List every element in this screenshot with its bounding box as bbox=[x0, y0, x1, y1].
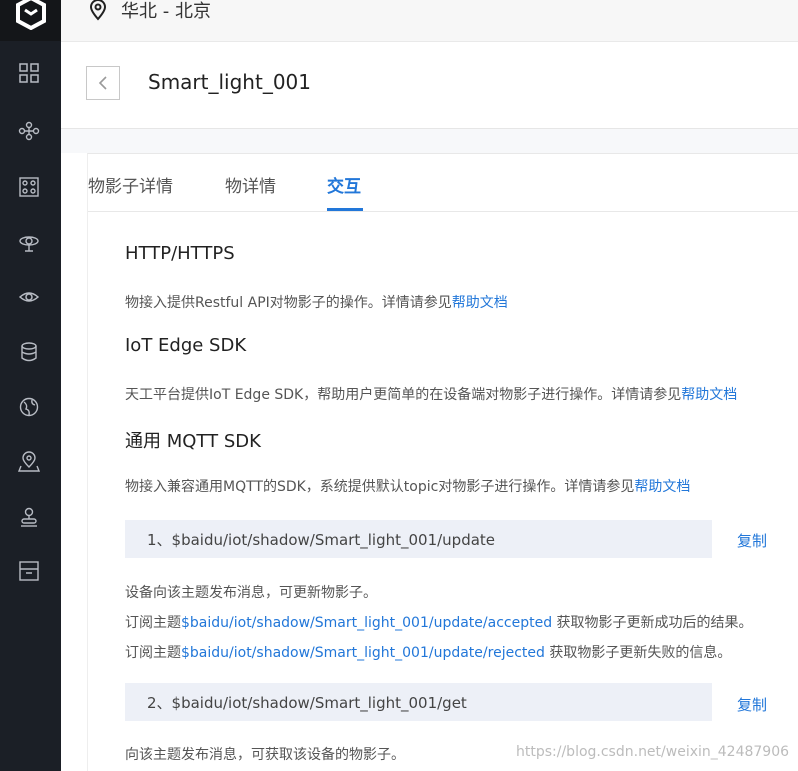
http-help-link[interactable]: 帮助文档 bbox=[452, 295, 508, 311]
nodes-icon[interactable] bbox=[18, 120, 40, 142]
grid-icon[interactable] bbox=[18, 62, 40, 84]
satellite-icon[interactable] bbox=[18, 231, 40, 253]
sdk-section-desc: 天工平台提供IoT Edge SDK，帮助用户更简单的在设备端对物影子进行操作。… bbox=[125, 384, 737, 404]
app-logo[interactable] bbox=[0, 0, 61, 41]
tab-interaction[interactable]: 交互 bbox=[327, 172, 361, 197]
edge-device-icon[interactable] bbox=[18, 506, 40, 528]
http-desc-text: 物接入提供Restful API对物影子的操作。详情请参见 bbox=[125, 295, 452, 311]
http-section-title: HTTP/HTTPS bbox=[125, 243, 235, 264]
mqtt-desc-text: 物接入兼容通用MQTT的SDK，系统提供默认topic对物影子进行操作。详情请参… bbox=[125, 479, 635, 495]
rejected-topic-link[interactable]: $baidu/iot/shadow/Smart_light_001/update… bbox=[181, 645, 545, 661]
database-icon[interactable] bbox=[18, 341, 40, 363]
topic-update-box: 1、$baidu/iot/shadow/Smart_light_001/upda… bbox=[125, 520, 712, 558]
line2-suffix: 获取物影子更新成功后的结果。 bbox=[552, 615, 753, 631]
eye-icon[interactable] bbox=[18, 286, 40, 308]
mqtt-help-link[interactable]: 帮助文档 bbox=[634, 479, 690, 495]
header-gap bbox=[61, 129, 798, 153]
chevron-left-icon bbox=[98, 76, 107, 90]
detail-panel: 物影子详情 物详情 交互 HTTP/HTTPS 物接入提供Restful API… bbox=[87, 153, 798, 771]
line2-prefix: 订阅主题 bbox=[125, 615, 181, 631]
back-button[interactable] bbox=[86, 66, 120, 100]
sdk-help-link[interactable]: 帮助文档 bbox=[681, 387, 737, 403]
copy-update-button[interactable]: 复制 bbox=[737, 530, 767, 551]
tab-thing-details[interactable]: 物详情 bbox=[225, 172, 276, 197]
region-label: 华北 - 北京 bbox=[121, 1, 211, 22]
page-title: Smart_light_001 bbox=[148, 70, 311, 94]
copy-get-button[interactable]: 复制 bbox=[737, 694, 767, 715]
watermark: https://blog.csdn.net/weixin_42487906 bbox=[516, 744, 790, 760]
topic-get-line1: 向该主题发布消息，可获取该设备的物影子。 bbox=[125, 747, 405, 763]
location-pin-icon bbox=[89, 0, 107, 21]
cube-logo-icon bbox=[16, 0, 46, 30]
topbar: 华北 - 北京 bbox=[61, 0, 798, 42]
mqtt-section-desc: 物接入兼容通用MQTT的SDK，系统提供默认topic对物影子进行操作。详情请参… bbox=[125, 476, 690, 496]
topic-update-line1: 设备向该主题发布消息，可更新物影子。 bbox=[125, 585, 377, 601]
page-header: Smart_light_001 bbox=[61, 42, 798, 129]
sdk-desc-text: 天工平台提供IoT Edge SDK，帮助用户更简单的在设备端对物影子进行操作。… bbox=[125, 387, 682, 403]
map-pin-icon[interactable] bbox=[18, 451, 40, 473]
tab-bar: 物影子详情 物详情 交互 bbox=[88, 154, 798, 212]
line3-prefix: 订阅主题 bbox=[125, 645, 181, 661]
tab-shadow-details[interactable]: 物影子详情 bbox=[88, 172, 173, 197]
topic-get-box: 2、$baidu/iot/shadow/Smart_light_001/get bbox=[125, 683, 712, 721]
accepted-topic-link[interactable]: $baidu/iot/shadow/Smart_light_001/update… bbox=[181, 615, 552, 631]
sidebar bbox=[0, 0, 61, 771]
topic-update-line3: 订阅主题$baidu/iot/shadow/Smart_light_001/up… bbox=[125, 642, 731, 662]
topic-update-text: 1、$baidu/iot/shadow/Smart_light_001/upda… bbox=[147, 530, 496, 549]
storage-box-icon[interactable] bbox=[18, 560, 40, 582]
topic-get-text: 2、$baidu/iot/shadow/Smart_light_001/get bbox=[147, 693, 467, 712]
dashboard-icon[interactable] bbox=[18, 176, 40, 198]
topic-update-line2: 订阅主题$baidu/iot/shadow/Smart_light_001/up… bbox=[125, 612, 753, 632]
region-selector[interactable]: 华北 - 北京 bbox=[89, 0, 211, 25]
http-section-desc: 物接入提供Restful API对物影子的操作。详情请参见帮助文档 bbox=[125, 292, 508, 312]
line3-suffix: 获取物影子更新失败的信息。 bbox=[544, 645, 732, 661]
globe-icon[interactable] bbox=[18, 396, 40, 418]
sdk-section-title: IoT Edge SDK bbox=[125, 335, 247, 356]
mqtt-section-title: 通用 MQTT SDK bbox=[125, 431, 261, 452]
active-tab-indicator bbox=[327, 208, 363, 211]
